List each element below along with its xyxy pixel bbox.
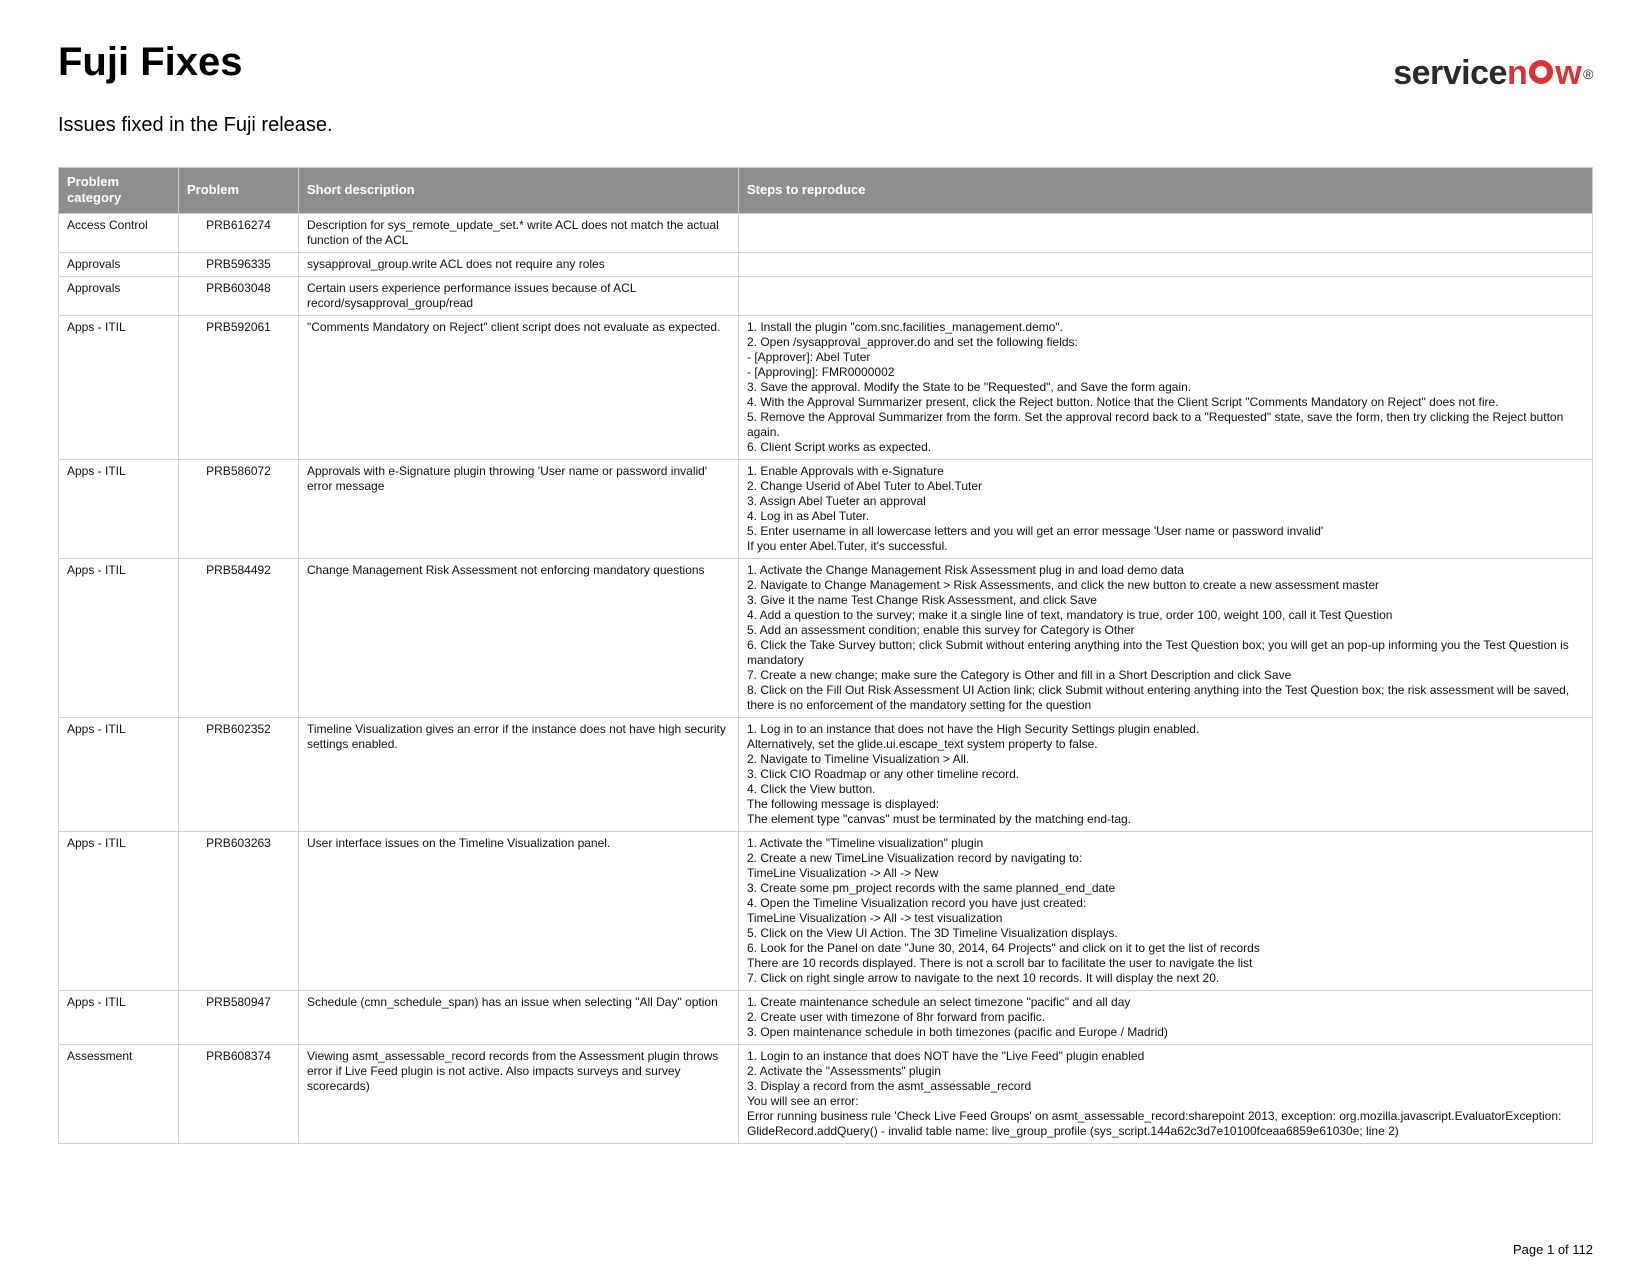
cell-steps: 1. Enable Approvals with e-Signature 2. … <box>739 459 1593 558</box>
col-category: Problem category <box>59 168 179 214</box>
cell-category: Approvals <box>59 276 179 315</box>
logo-now: nw <box>1507 54 1581 93</box>
table-row: Apps - ITILPRB602352Timeline Visualizati… <box>59 717 1593 831</box>
logo-reg: ® <box>1583 66 1593 82</box>
page: Fuji Fixes servicenw® Issues fixed in th… <box>0 0 1651 1275</box>
cell-steps: 1. Install the plugin "com.snc.facilitie… <box>739 315 1593 459</box>
cell-steps <box>739 213 1593 252</box>
cell-short-description: Approvals with e-Signature plugin throwi… <box>299 459 739 558</box>
cell-steps: 1. Activate the "Timeline visualization"… <box>739 831 1593 990</box>
cell-short-description: Description for sys_remote_update_set.* … <box>299 213 739 252</box>
fixes-table: Problem category Problem Short descripti… <box>58 167 1593 1144</box>
col-problem: Problem <box>179 168 299 214</box>
cell-short-description: Schedule (cmn_schedule_span) has an issu… <box>299 990 739 1044</box>
logo-prefix: service <box>1393 54 1507 93</box>
cell-category: Apps - ITIL <box>59 990 179 1044</box>
header: Fuji Fixes servicenw® <box>58 40 1593 114</box>
table-row: Apps - ITILPRB584492Change Management Ri… <box>59 558 1593 717</box>
table-row: Apps - ITILPRB580947Schedule (cmn_schedu… <box>59 990 1593 1044</box>
col-steps: Steps to reproduce <box>739 168 1593 214</box>
cell-problem: PRB580947 <box>179 990 299 1044</box>
table-row: ApprovalsPRB596335sysapproval_group.writ… <box>59 252 1593 276</box>
page-footer: Page 1 of 112 <box>1513 1242 1593 1257</box>
cell-category: Apps - ITIL <box>59 315 179 459</box>
table-header-row: Problem category Problem Short descripti… <box>59 168 1593 214</box>
table-row: Apps - ITILPRB586072Approvals with e-Sig… <box>59 459 1593 558</box>
cell-short-description: Viewing asmt_assessable_record records f… <box>299 1044 739 1143</box>
cell-problem: PRB596335 <box>179 252 299 276</box>
cell-category: Apps - ITIL <box>59 459 179 558</box>
cell-steps: 1. Activate the Change Management Risk A… <box>739 558 1593 717</box>
cell-problem: PRB608374 <box>179 1044 299 1143</box>
cell-problem: PRB602352 <box>179 717 299 831</box>
cell-category: Apps - ITIL <box>59 831 179 990</box>
col-short-description: Short description <box>299 168 739 214</box>
table-header: Problem category Problem Short descripti… <box>59 168 1593 214</box>
servicenow-logo: servicenw® <box>1393 54 1593 93</box>
page-subtitle: Issues fixed in the Fuji release. <box>58 114 1593 137</box>
page-title: Fuji Fixes <box>58 40 243 84</box>
logo-ring-icon <box>1527 58 1555 86</box>
cell-category: Approvals <box>59 252 179 276</box>
logo-suffix: w <box>1555 54 1581 92</box>
cell-steps: 1. Login to an instance that does NOT ha… <box>739 1044 1593 1143</box>
table-row: Apps - ITILPRB592061"Comments Mandatory … <box>59 315 1593 459</box>
table-row: AssessmentPRB608374Viewing asmt_assessab… <box>59 1044 1593 1143</box>
cell-category: Access Control <box>59 213 179 252</box>
cell-category: Apps - ITIL <box>59 717 179 831</box>
cell-problem: PRB584492 <box>179 558 299 717</box>
cell-short-description: Change Management Risk Assessment not en… <box>299 558 739 717</box>
cell-problem: PRB592061 <box>179 315 299 459</box>
header-left: Fuji Fixes <box>58 40 243 114</box>
cell-short-description: sysapproval_group.write ACL does not req… <box>299 252 739 276</box>
cell-problem: PRB603263 <box>179 831 299 990</box>
table-body: Access ControlPRB616274Description for s… <box>59 213 1593 1143</box>
cell-short-description: "Comments Mandatory on Reject" client sc… <box>299 315 739 459</box>
table-row: ApprovalsPRB603048Certain users experien… <box>59 276 1593 315</box>
cell-category: Apps - ITIL <box>59 558 179 717</box>
cell-short-description: Timeline Visualization gives an error if… <box>299 717 739 831</box>
cell-steps: 1. Log in to an instance that does not h… <box>739 717 1593 831</box>
cell-short-description: User interface issues on the Timeline Vi… <box>299 831 739 990</box>
cell-steps: 1. Create maintenance schedule an select… <box>739 990 1593 1044</box>
table-row: Apps - ITILPRB603263User interface issue… <box>59 831 1593 990</box>
table-row: Access ControlPRB616274Description for s… <box>59 213 1593 252</box>
cell-steps <box>739 276 1593 315</box>
cell-problem: PRB603048 <box>179 276 299 315</box>
cell-short-description: Certain users experience performance iss… <box>299 276 739 315</box>
cell-category: Assessment <box>59 1044 179 1143</box>
cell-problem: PRB616274 <box>179 213 299 252</box>
cell-problem: PRB586072 <box>179 459 299 558</box>
cell-steps <box>739 252 1593 276</box>
